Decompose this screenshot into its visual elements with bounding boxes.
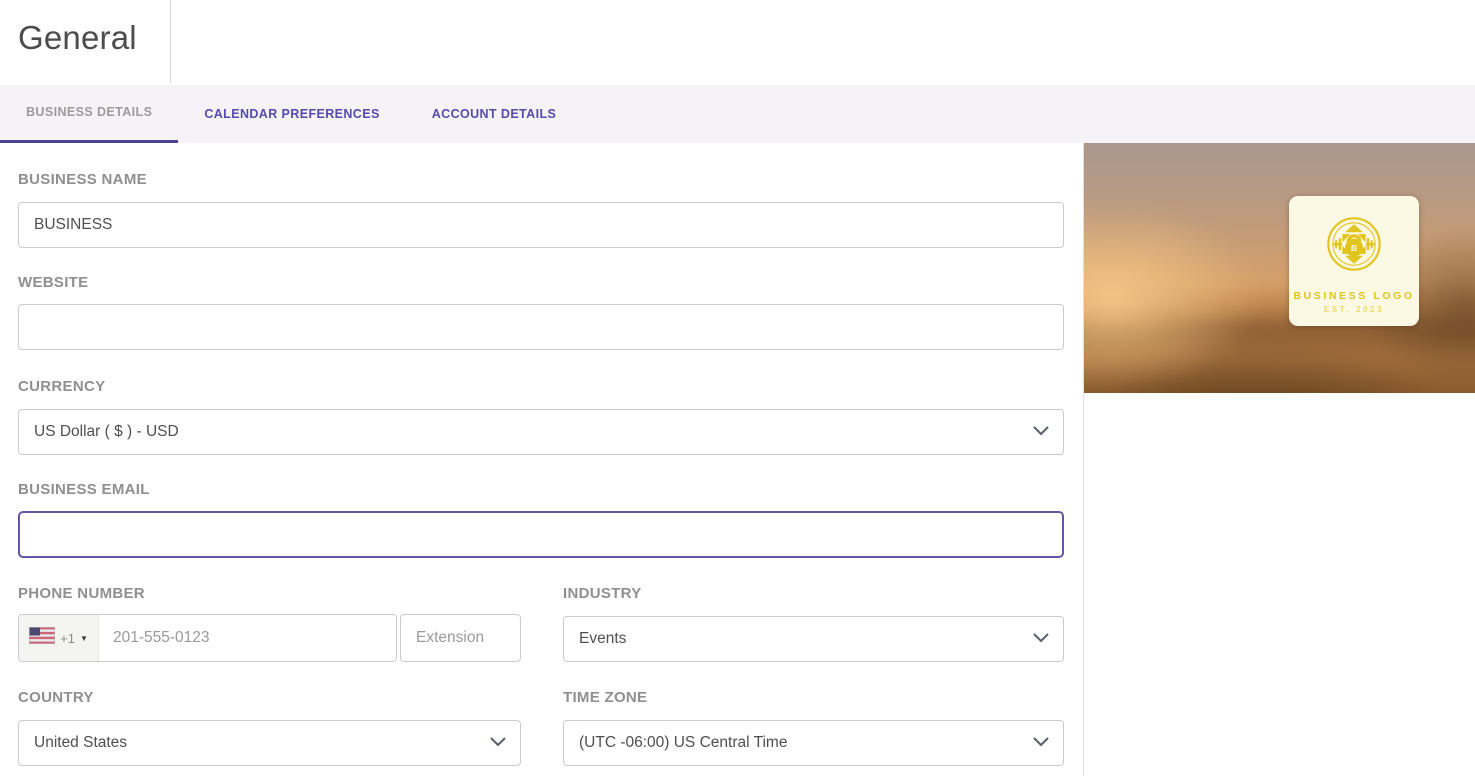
industry-select-value: Events <box>579 630 627 647</box>
logo-monogram: B <box>1351 243 1357 253</box>
country-label: COUNTRY <box>18 689 94 706</box>
business-email-label: BUSINESS EMAIL <box>18 481 150 498</box>
phone-number-label: PHONE NUMBER <box>18 585 145 602</box>
dial-code: +1 <box>60 630 75 646</box>
phone-number-input[interactable] <box>99 615 396 661</box>
settings-tabbar: BUSINESS DETAILS CALENDAR PREFERENCES AC… <box>0 85 1475 143</box>
page-title: General <box>18 19 137 56</box>
business-cover-image: B BUSINESS LOGO EST. 2023 BUSINESS <box>1084 143 1475 393</box>
logo-text-line1: BUSINESS LOGO <box>1293 290 1415 302</box>
phone-extension-input[interactable] <box>400 614 521 662</box>
currency-select-value: US Dollar ( $ ) - USD <box>34 423 179 440</box>
tab-calendar-preferences[interactable]: CALENDAR PREFERENCES <box>178 85 405 143</box>
chevron-down-icon <box>1033 630 1049 648</box>
country-select-value: United States <box>34 734 128 751</box>
country-select[interactable]: United States <box>18 720 521 766</box>
business-logo-emblem-icon: B <box>1318 208 1390 285</box>
page-header: General <box>0 0 1475 85</box>
header-divider <box>170 0 171 83</box>
industry-label: INDUSTRY <box>563 585 642 602</box>
chevron-down-icon <box>1033 423 1049 441</box>
phone-number-group: +1 ▼ <box>18 614 397 662</box>
timezone-select[interactable]: (UTC -06:00) US Central Time <box>563 720 1064 766</box>
business-email-input[interactable] <box>18 511 1064 558</box>
chevron-down-icon <box>490 734 506 752</box>
business-name-input[interactable] <box>18 202 1064 248</box>
currency-select[interactable]: US Dollar ( $ ) - USD <box>18 409 1064 455</box>
us-flag-icon <box>29 627 56 649</box>
website-label: WEBSITE <box>18 274 89 291</box>
caret-down-icon: ▼ <box>79 633 88 643</box>
logo-text-line2: EST. 2023 <box>1323 305 1385 314</box>
currency-label: CURRENCY <box>18 378 106 395</box>
website-input[interactable] <box>18 304 1064 350</box>
business-name-label: BUSINESS NAME <box>18 171 147 188</box>
tab-business-details[interactable]: BUSINESS DETAILS <box>0 85 179 143</box>
timezone-select-value: (UTC -06:00) US Central Time <box>579 734 788 751</box>
chevron-down-icon <box>1033 734 1049 752</box>
business-logo: B BUSINESS LOGO EST. 2023 <box>1289 196 1419 326</box>
country-code-dropdown[interactable]: +1 ▼ <box>19 615 99 661</box>
timezone-label: TIME ZONE <box>563 689 648 706</box>
tab-account-details[interactable]: ACCOUNT DETAILS <box>406 85 583 143</box>
general-settings-page: General BUSINESS DETAILS CALENDAR PREFER… <box>0 0 1475 776</box>
industry-select[interactable]: Events <box>563 616 1064 662</box>
